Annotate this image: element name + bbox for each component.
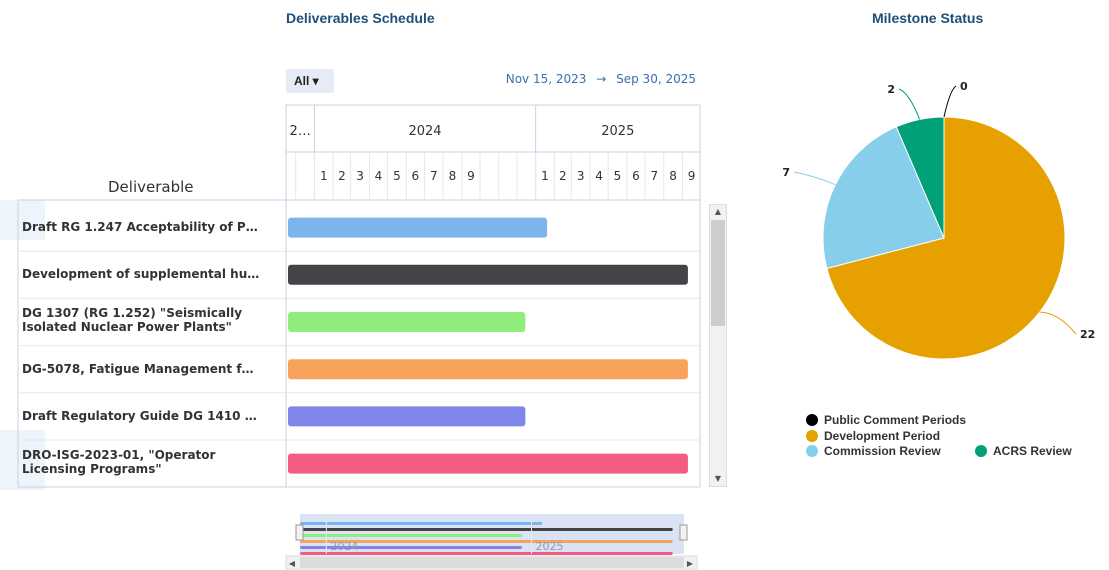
- pie-slices: [822, 116, 1066, 360]
- legend-item-acrs[interactable]: ACRS Review: [975, 444, 1072, 458]
- legend-item-development[interactable]: Development Period: [806, 429, 940, 443]
- pie-connector-2: [793, 171, 836, 186]
- legend-dot-icon: [806, 445, 818, 457]
- legend-item-public-comment[interactable]: Public Comment Periods: [806, 413, 966, 427]
- legend-dot-icon: [975, 445, 987, 457]
- pie-connector-3: [898, 88, 921, 120]
- pie-data-label-3: 2: [887, 83, 895, 96]
- legend-dot-icon: [806, 430, 818, 442]
- pie-connector-0: [943, 85, 957, 118]
- legend-dot-icon: [806, 414, 818, 426]
- pie-data-label-1: 22: [1080, 328, 1095, 341]
- legend-label: Commission Review: [824, 444, 941, 458]
- legend-item-commission[interactable]: Commission Review: [806, 444, 941, 458]
- pie-data-label-0: 0: [960, 80, 968, 93]
- legend-label: Public Comment Periods: [824, 413, 967, 427]
- legend-label: Development Period: [824, 429, 941, 443]
- pie-chart: 22 7 2 0: [782, 80, 1095, 360]
- legend-label: ACRS Review: [993, 444, 1072, 458]
- pie-data-label-2: 7: [782, 166, 790, 179]
- pie-connector-1: [1039, 311, 1077, 335]
